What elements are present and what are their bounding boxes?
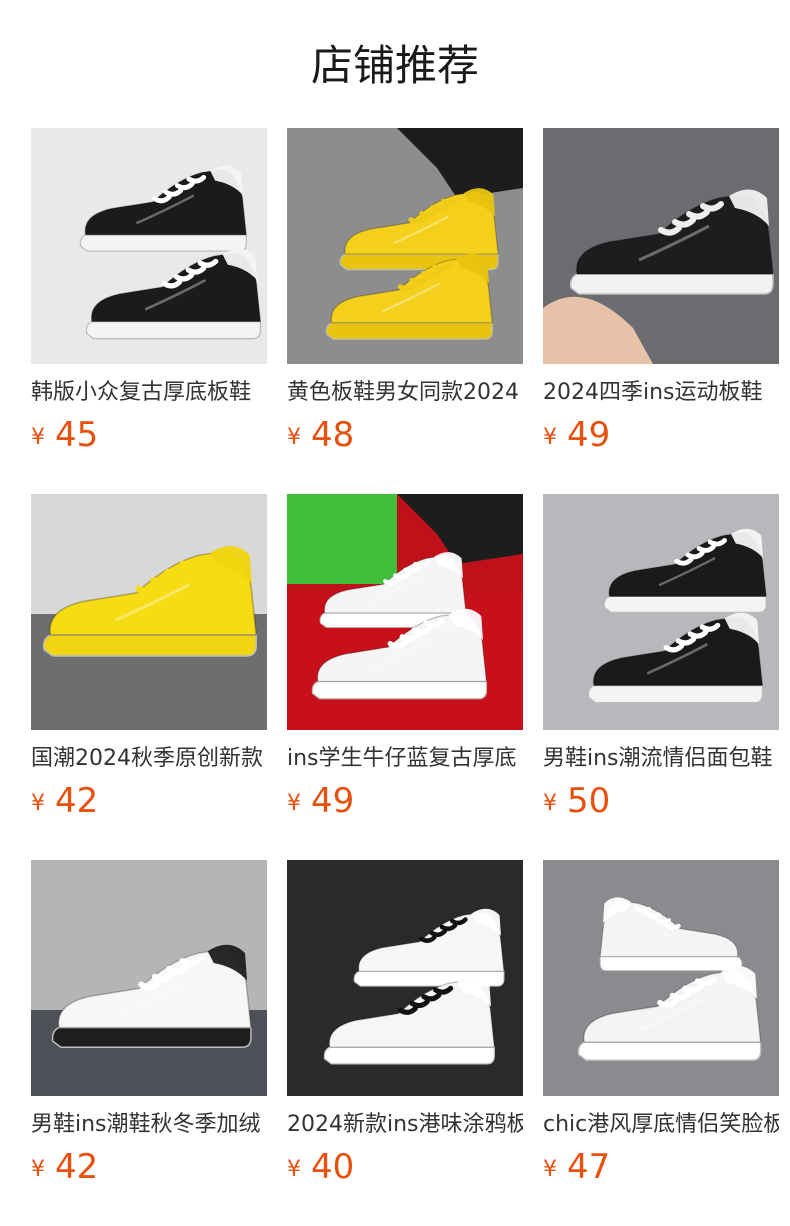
product-card[interactable]: ins学生牛仔蓝复古厚底 ¥49 (287, 494, 523, 834)
product-price: ¥49 (287, 781, 354, 821)
product-card[interactable]: 男鞋ins潮流情侣面包鞋 ¥50 (543, 494, 779, 834)
product-image[interactable] (287, 494, 523, 730)
product-price: ¥45 (31, 415, 98, 455)
currency-symbol: ¥ (31, 1157, 45, 1182)
product-card[interactable]: 2024四季ins运动板鞋 ¥49 (543, 128, 779, 468)
product-title[interactable]: chic港风厚底情侣笑脸板鞋 (543, 1110, 779, 1140)
product-title[interactable]: 国潮2024秋季原创新款 (31, 744, 267, 774)
currency-symbol: ¥ (31, 791, 45, 816)
product-card[interactable]: 韩版小众复古厚底板鞋 ¥45 (31, 128, 267, 468)
price-value: 42 (55, 1147, 99, 1187)
product-title[interactable]: 黄色板鞋男女同款2024 (287, 378, 523, 408)
product-image[interactable] (31, 860, 267, 1096)
price-value: 49 (311, 781, 355, 821)
currency-symbol: ¥ (543, 425, 557, 450)
product-image[interactable] (543, 860, 779, 1096)
product-price: ¥50 (543, 781, 610, 821)
product-price: ¥42 (31, 1147, 98, 1187)
product-image[interactable] (31, 128, 267, 364)
currency-symbol: ¥ (287, 1157, 301, 1182)
price-value: 50 (567, 781, 611, 821)
price-value: 47 (567, 1147, 611, 1187)
product-price: ¥47 (543, 1147, 610, 1187)
currency-symbol: ¥ (543, 791, 557, 816)
price-value: 42 (55, 781, 99, 821)
product-title[interactable]: 2024四季ins运动板鞋 (543, 378, 779, 408)
product-price: ¥42 (31, 781, 98, 821)
product-card[interactable]: 黄色板鞋男女同款2024 ¥48 (287, 128, 523, 468)
product-card[interactable]: 男鞋ins潮鞋秋冬季加绒 ¥42 (31, 860, 267, 1200)
product-image[interactable] (31, 494, 267, 730)
product-price: ¥40 (287, 1147, 354, 1187)
price-value: 45 (55, 415, 99, 455)
product-image[interactable] (287, 128, 523, 364)
price-value: 49 (567, 415, 611, 455)
product-title[interactable]: 韩版小众复古厚底板鞋 (31, 378, 267, 408)
price-value: 48 (311, 415, 355, 455)
product-grid: 韩版小众复古厚底板鞋 ¥45 黄色板鞋男女同款2024 ¥48 2024四季ins运动板… (31, 128, 790, 1226)
product-image[interactable] (543, 128, 779, 364)
currency-symbol: ¥ (287, 791, 301, 816)
currency-symbol: ¥ (543, 1157, 557, 1182)
product-title[interactable]: 男鞋ins潮流情侣面包鞋 (543, 744, 779, 774)
product-title[interactable]: 男鞋ins潮鞋秋冬季加绒 (31, 1110, 267, 1140)
product-image[interactable] (287, 860, 523, 1096)
product-title[interactable]: ins学生牛仔蓝复古厚底 (287, 744, 523, 774)
product-card[interactable]: chic港风厚底情侣笑脸板鞋 ¥47 (543, 860, 779, 1200)
product-card[interactable]: 2024新款ins港味涂鸦板鞋 ¥40 (287, 860, 523, 1200)
product-card[interactable]: 国潮2024秋季原创新款 ¥42 (31, 494, 267, 834)
product-price: ¥48 (287, 415, 354, 455)
currency-symbol: ¥ (31, 425, 45, 450)
page-title: 店铺推荐 (310, 41, 479, 90)
product-title[interactable]: 2024新款ins港味涂鸦板鞋 (287, 1110, 523, 1140)
product-image[interactable] (543, 494, 779, 730)
price-value: 40 (311, 1147, 355, 1187)
product-price: ¥49 (543, 415, 610, 455)
currency-symbol: ¥ (287, 425, 301, 450)
